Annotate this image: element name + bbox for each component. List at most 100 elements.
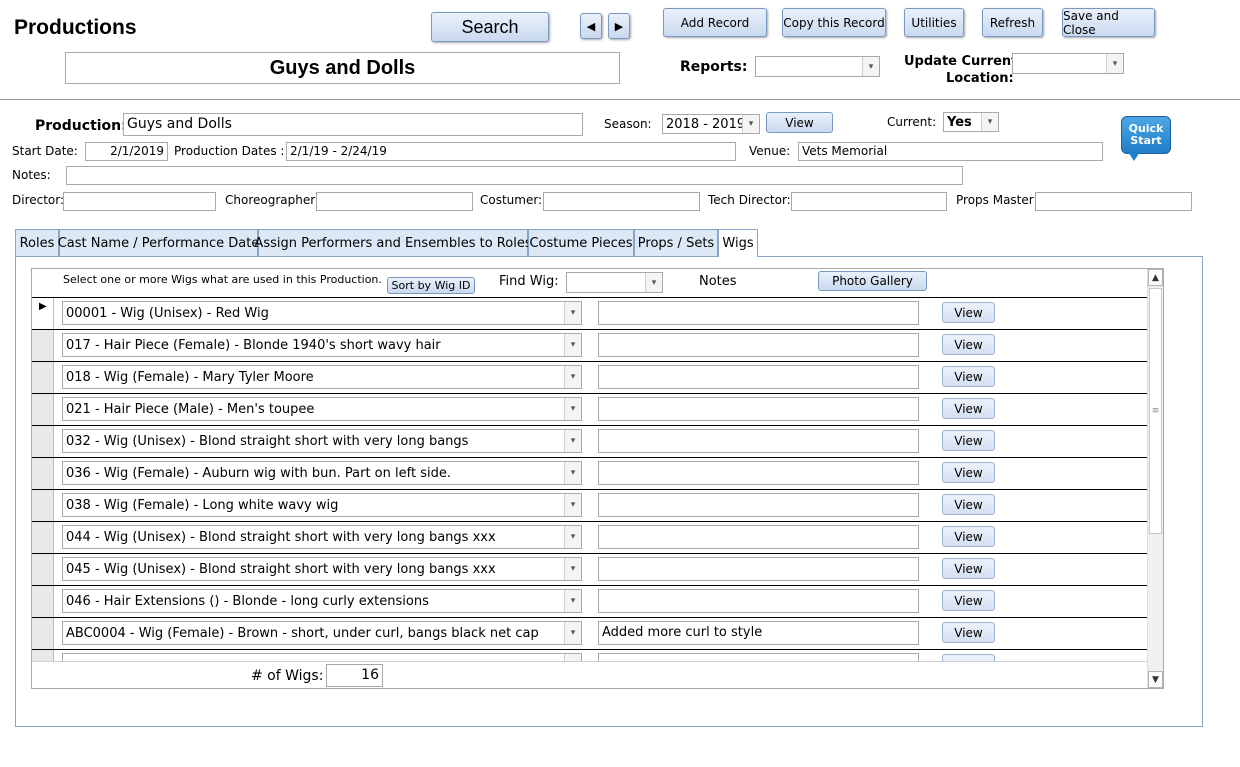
chevron-down-icon[interactable]: ▾ — [564, 526, 581, 548]
wigs-list: ▶ 00001 - Wig (Unisex) - Red Wig ▾ View … — [0, 0, 1240, 661]
chevron-down-icon[interactable] — [564, 654, 581, 661]
table-row[interactable]: 045 - Wig (Unisex) - Blond straight shor… — [32, 554, 1147, 586]
record-selector[interactable] — [32, 586, 54, 617]
wig-note-field[interactable]: Added more curl to style — [598, 621, 919, 645]
wig-view-button[interactable]: View — [942, 398, 995, 419]
chevron-down-icon[interactable]: ▾ — [564, 494, 581, 516]
wig-view-button[interactable]: View — [942, 366, 995, 387]
wig-view-label: View — [954, 497, 983, 512]
record-selector[interactable] — [32, 394, 54, 425]
triangle-down-icon: ▼ — [1152, 674, 1159, 685]
record-selector[interactable] — [32, 522, 54, 553]
table-row[interactable]: ▶ 00001 - Wig (Unisex) - Red Wig ▾ View — [32, 298, 1147, 330]
wig-view-button[interactable]: View — [942, 334, 995, 355]
current-record-arrow-icon: ▶ — [39, 301, 47, 312]
record-selector[interactable] — [32, 554, 54, 585]
wig-select-value: 017 - Hair Piece (Female) - Blonde 1940'… — [66, 337, 441, 353]
record-selector[interactable] — [32, 650, 54, 661]
record-selector[interactable] — [32, 362, 54, 393]
vertical-scrollbar[interactable]: ▲ ≡ ▼ — [1147, 269, 1163, 688]
wig-view-button[interactable]: View — [942, 302, 995, 323]
wig-view-button[interactable]: View — [942, 462, 995, 483]
wig-note-field[interactable] — [598, 525, 919, 549]
table-row[interactable] — [32, 650, 1147, 661]
wig-select[interactable] — [62, 653, 582, 661]
record-selector[interactable] — [32, 618, 54, 649]
chevron-down-icon[interactable]: ▾ — [564, 334, 581, 356]
wig-count-field: 16 — [326, 664, 383, 687]
wig-note-field[interactable] — [598, 461, 919, 485]
wig-note-field[interactable] — [598, 557, 919, 581]
wig-select[interactable]: 038 - Wig (Female) - Long white wavy wig… — [62, 493, 582, 517]
chevron-down-icon[interactable]: ▾ — [564, 302, 581, 324]
chevron-down-icon[interactable]: ▾ — [564, 558, 581, 580]
wig-note-field[interactable] — [598, 493, 919, 517]
wig-note-field[interactable] — [598, 653, 919, 661]
wig-select[interactable]: 046 - Hair Extensions () - Blonde - long… — [62, 589, 582, 613]
wig-select[interactable]: 045 - Wig (Unisex) - Blond straight shor… — [62, 557, 582, 581]
wig-view-label: View — [954, 625, 983, 640]
wig-select-value: 032 - Wig (Unisex) - Blond straight shor… — [66, 433, 469, 449]
chevron-down-icon[interactable]: ▾ — [564, 590, 581, 612]
wig-select[interactable]: ABC0004 - Wig (Female) - Brown - short, … — [62, 621, 582, 645]
wig-select-value: ABC0004 - Wig (Female) - Brown - short, … — [66, 625, 539, 641]
wig-note-field[interactable] — [598, 429, 919, 453]
record-selector[interactable] — [32, 330, 54, 361]
wig-select[interactable]: 036 - Wig (Female) - Auburn wig with bun… — [62, 461, 582, 485]
wig-view-button[interactable]: View — [942, 494, 995, 515]
wig-select[interactable]: 032 - Wig (Unisex) - Blond straight shor… — [62, 429, 582, 453]
wig-view-button[interactable]: View — [942, 430, 995, 451]
wig-note-field[interactable] — [598, 365, 919, 389]
wig-view-label: View — [954, 561, 983, 576]
table-row[interactable]: ABC0004 - Wig (Female) - Brown - short, … — [32, 618, 1147, 650]
wig-select-value: 045 - Wig (Unisex) - Blond straight shor… — [66, 561, 496, 577]
wig-view-label: View — [954, 401, 983, 416]
wig-view-label: View — [954, 529, 983, 544]
subform-footer-divider — [32, 661, 1147, 662]
chevron-down-icon[interactable]: ▾ — [564, 622, 581, 644]
grip-icon: ≡ — [1151, 406, 1160, 416]
wig-select-value: 038 - Wig (Female) - Long white wavy wig — [66, 497, 339, 513]
table-row[interactable]: 046 - Hair Extensions () - Blonde - long… — [32, 586, 1147, 618]
wig-select[interactable]: 00001 - Wig (Unisex) - Red Wig ▾ — [62, 301, 582, 325]
chevron-down-icon[interactable]: ▾ — [564, 430, 581, 452]
wig-note-field[interactable] — [598, 397, 919, 421]
chevron-down-icon[interactable]: ▾ — [564, 462, 581, 484]
wig-view-button[interactable]: View — [942, 526, 995, 547]
table-row[interactable]: 021 - Hair Piece (Male) - Men's toupee ▾… — [32, 394, 1147, 426]
chevron-down-icon[interactable]: ▾ — [564, 398, 581, 420]
wig-view-button[interactable]: View — [942, 590, 995, 611]
wig-view-label: View — [954, 593, 983, 608]
record-selector[interactable] — [32, 426, 54, 457]
record-selector[interactable]: ▶ — [32, 298, 54, 329]
wig-view-label: View — [954, 305, 983, 320]
chevron-down-icon[interactable]: ▾ — [564, 366, 581, 388]
table-row[interactable]: 032 - Wig (Unisex) - Blond straight shor… — [32, 426, 1147, 458]
wig-select-value: 036 - Wig (Female) - Auburn wig with bun… — [66, 465, 451, 481]
wig-note-field[interactable] — [598, 333, 919, 357]
scroll-down-button[interactable]: ▼ — [1148, 671, 1163, 688]
table-row[interactable]: 018 - Wig (Female) - Mary Tyler Moore ▾ … — [32, 362, 1147, 394]
record-selector[interactable] — [32, 490, 54, 521]
scroll-thumb[interactable]: ≡ — [1149, 288, 1162, 534]
record-selector[interactable] — [32, 458, 54, 489]
table-row[interactable]: 044 - Wig (Unisex) - Blond straight shor… — [32, 522, 1147, 554]
wig-select[interactable]: 044 - Wig (Unisex) - Blond straight shor… — [62, 525, 582, 549]
wig-view-button[interactable] — [942, 654, 995, 661]
wig-note-field[interactable] — [598, 589, 919, 613]
wig-note-field[interactable] — [598, 301, 919, 325]
table-row[interactable]: 036 - Wig (Female) - Auburn wig with bun… — [32, 458, 1147, 490]
table-row[interactable]: 038 - Wig (Female) - Long white wavy wig… — [32, 490, 1147, 522]
wig-view-button[interactable]: View — [942, 622, 995, 643]
table-row[interactable]: 017 - Hair Piece (Female) - Blonde 1940'… — [32, 330, 1147, 362]
wig-view-button[interactable]: View — [942, 558, 995, 579]
wig-count-label: # of Wigs: — [251, 668, 324, 684]
wig-select[interactable]: 017 - Hair Piece (Female) - Blonde 1940'… — [62, 333, 582, 357]
wig-view-label: View — [954, 465, 983, 480]
wig-select[interactable]: 021 - Hair Piece (Male) - Men's toupee ▾ — [62, 397, 582, 421]
wig-select-value: 021 - Hair Piece (Male) - Men's toupee — [66, 401, 315, 417]
scroll-up-button[interactable]: ▲ — [1148, 269, 1163, 286]
wig-select[interactable]: 018 - Wig (Female) - Mary Tyler Moore ▾ — [62, 365, 582, 389]
wig-select-value: 046 - Hair Extensions () - Blonde - long… — [66, 593, 429, 609]
wig-select-value: 044 - Wig (Unisex) - Blond straight shor… — [66, 529, 496, 545]
